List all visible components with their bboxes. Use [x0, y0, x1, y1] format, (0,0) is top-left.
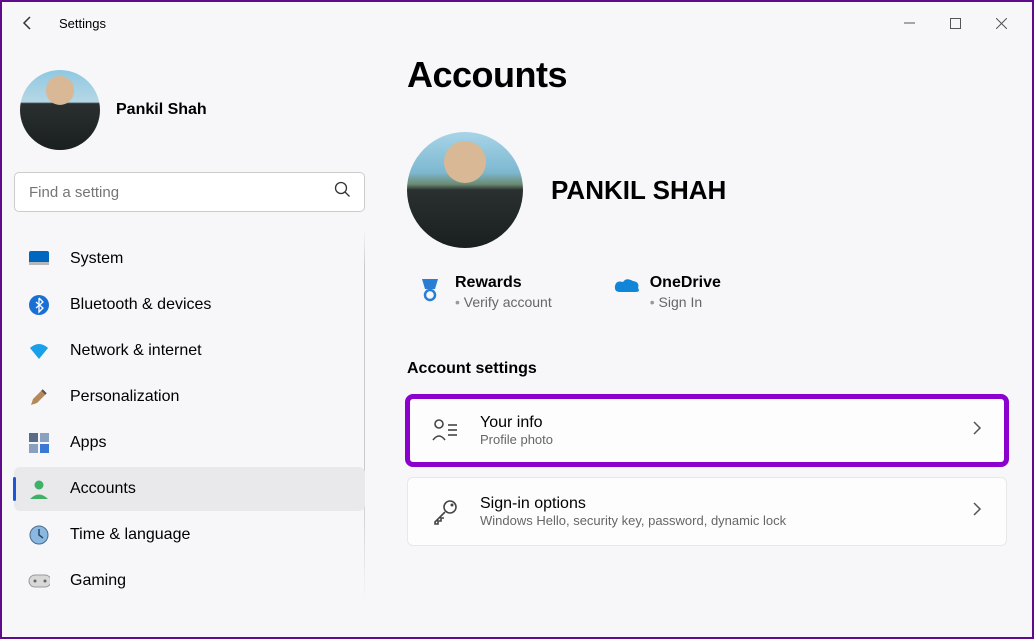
your-info-icon [432, 418, 458, 444]
sidebar-item-accounts[interactable]: Accounts [14, 467, 365, 511]
search-icon [334, 181, 351, 203]
sign-in-sub: Windows Hello, security key, password, d… [480, 513, 786, 528]
sidebar-item-label: Gaming [70, 572, 126, 590]
sidebar-item-apps[interactable]: Apps [14, 421, 365, 465]
nav-list: System Bluetooth & devices Network & int… [14, 237, 365, 603]
sidebar: Pankil Shah System Bluetooth & devices N… [2, 44, 377, 637]
chevron-right-icon [973, 421, 982, 440]
search-input[interactable] [14, 172, 365, 212]
sidebar-item-label: Bluetooth & devices [70, 296, 211, 314]
avatar [20, 70, 100, 150]
your-info-card[interactable]: Your info Profile photo [407, 396, 1007, 465]
profile-full-name: PANKIL SHAH [551, 175, 726, 206]
bluetooth-icon [28, 294, 50, 316]
system-icon [28, 248, 50, 270]
sidebar-item-label: Accounts [70, 480, 136, 498]
onedrive-sub: Sign In [650, 294, 721, 310]
sidebar-item-label: Personalization [70, 388, 179, 406]
rewards-icon [417, 276, 441, 300]
accounts-icon [28, 478, 50, 500]
avatar-large[interactable] [407, 132, 523, 248]
status-cards: Rewards Verify account OneDrive Sign In [407, 274, 1007, 310]
onedrive-card[interactable]: OneDrive Sign In [612, 274, 721, 310]
rewards-sub: Verify account [455, 294, 552, 310]
sidebar-item-label: Apps [70, 434, 106, 452]
onedrive-title: OneDrive [650, 274, 721, 292]
time-icon [28, 524, 50, 546]
network-icon [28, 340, 50, 362]
account-settings-header: Account settings [407, 360, 1007, 378]
sidebar-item-time[interactable]: Time & language [14, 513, 365, 557]
sidebar-item-personalization[interactable]: Personalization [14, 375, 365, 419]
personalization-icon [28, 386, 50, 408]
sidebar-item-gaming[interactable]: Gaming [14, 559, 365, 603]
sidebar-item-system[interactable]: System [14, 237, 365, 281]
sidebar-item-label: Network & internet [70, 342, 202, 360]
chevron-right-icon [973, 502, 982, 521]
search-container [14, 172, 365, 212]
user-display-name: Pankil Shah [116, 101, 207, 119]
sidebar-item-label: Time & language [70, 526, 190, 544]
sign-in-title: Sign-in options [480, 495, 786, 513]
main-content: Accounts PANKIL SHAH Rewards Verify acco… [377, 44, 1032, 637]
profile-header: PANKIL SHAH [407, 132, 1007, 248]
sidebar-item-bluetooth[interactable]: Bluetooth & devices [14, 283, 365, 327]
sidebar-item-network[interactable]: Network & internet [14, 329, 365, 373]
gaming-icon [28, 570, 50, 592]
back-button[interactable] [10, 5, 46, 41]
rewards-card[interactable]: Rewards Verify account [417, 274, 552, 310]
your-info-sub: Profile photo [480, 432, 553, 447]
user-profile[interactable]: Pankil Shah [14, 56, 365, 168]
window-title: Settings [59, 16, 106, 31]
sign-in-options-card[interactable]: Sign-in options Windows Hello, security … [407, 477, 1007, 546]
onedrive-icon [612, 276, 636, 300]
close-button[interactable] [978, 6, 1024, 40]
your-info-title: Your info [480, 414, 553, 432]
maximize-button[interactable] [932, 6, 978, 40]
sidebar-item-label: System [70, 250, 123, 268]
rewards-title: Rewards [455, 274, 552, 292]
apps-icon [28, 432, 50, 454]
page-title: Accounts [407, 54, 1007, 96]
minimize-button[interactable] [886, 6, 932, 40]
titlebar: Settings [2, 2, 1032, 44]
window-controls [886, 6, 1024, 40]
sign-in-icon [432, 499, 458, 525]
